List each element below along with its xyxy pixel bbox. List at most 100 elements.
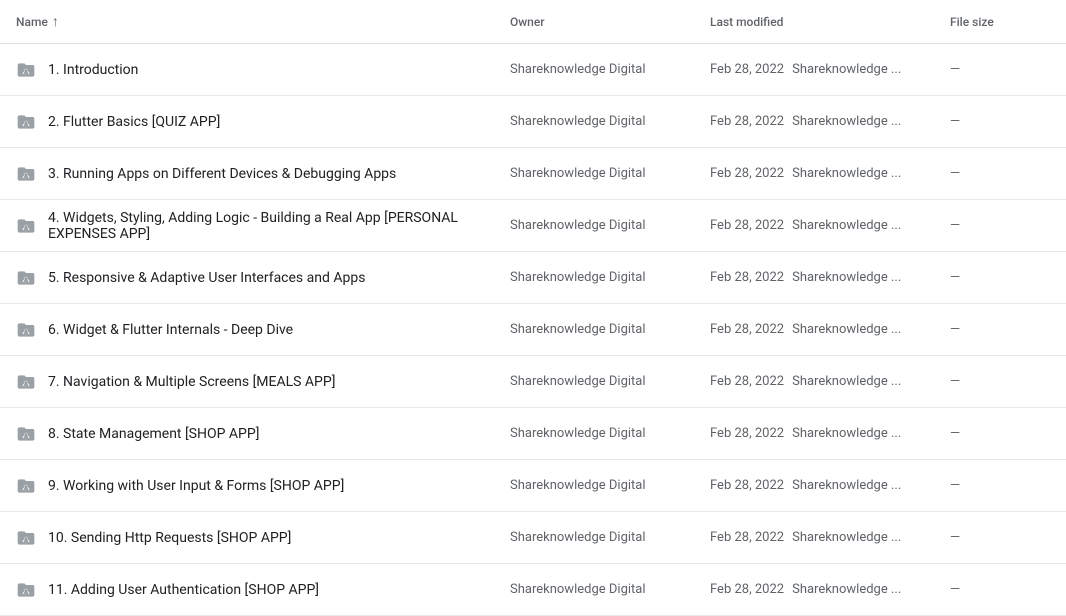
row-name-cell: 11. Adding User Authentication [SHOP APP… [16, 580, 510, 600]
row-size-cell: — [950, 530, 1050, 545]
column-header-owner[interactable]: Owner [510, 15, 710, 29]
modified-user: Shareknowledge ... [792, 478, 901, 493]
row-owner-cell: Shareknowledge Digital [510, 62, 710, 77]
row-modified-cell: Feb 28, 2022 Shareknowledge ... [710, 322, 950, 337]
file-name: 3. Running Apps on Different Devices & D… [48, 166, 396, 182]
modified-date: Feb 28, 2022 [710, 478, 784, 493]
folder-shared-icon [16, 476, 36, 496]
modified-user: Shareknowledge ... [792, 426, 901, 441]
row-owner-cell: Shareknowledge Digital [510, 270, 710, 285]
table-row[interactable]: 6. Widget & Flutter Internals - Deep Div… [0, 304, 1066, 356]
column-header-name[interactable]: Name ↑ [16, 13, 510, 30]
modified-date: Feb 28, 2022 [710, 114, 784, 129]
row-name-cell: 2. Flutter Basics [QUIZ APP] [16, 112, 510, 132]
row-owner-cell: Shareknowledge Digital [510, 426, 710, 441]
row-owner-cell: Shareknowledge Digital [510, 322, 710, 337]
folder-shared-icon [16, 216, 36, 236]
row-modified-cell: Feb 28, 2022 Shareknowledge ... [710, 270, 950, 285]
modified-user: Shareknowledge ... [792, 218, 901, 233]
row-modified-cell: Feb 28, 2022 Shareknowledge ... [710, 62, 950, 77]
row-modified-cell: Feb 28, 2022 Shareknowledge ... [710, 478, 950, 493]
modified-date: Feb 28, 2022 [710, 166, 784, 181]
folder-shared-icon [16, 164, 36, 184]
row-modified-cell: Feb 28, 2022 Shareknowledge ... [710, 426, 950, 441]
row-modified-cell: Feb 28, 2022 Shareknowledge ... [710, 114, 950, 129]
row-owner-cell: Shareknowledge Digital [510, 374, 710, 389]
folder-shared-icon [16, 424, 36, 444]
modified-date: Feb 28, 2022 [710, 426, 784, 441]
row-name-cell: 1. Introduction [16, 60, 510, 80]
modified-user: Shareknowledge ... [792, 270, 901, 285]
folder-shared-icon [16, 60, 36, 80]
row-size-cell: — [950, 270, 1050, 285]
folder-shared-icon [16, 112, 36, 132]
table-row[interactable]: 1. Introduction Shareknowledge Digital F… [0, 44, 1066, 96]
modified-date: Feb 28, 2022 [710, 218, 784, 233]
table-row[interactable]: 5. Responsive & Adaptive User Interfaces… [0, 252, 1066, 304]
modified-date: Feb 28, 2022 [710, 374, 784, 389]
modified-user: Shareknowledge ... [792, 322, 901, 337]
row-name-cell: 4. Widgets, Styling, Adding Logic - Buil… [16, 210, 510, 242]
folder-shared-icon [16, 528, 36, 548]
row-owner-cell: Shareknowledge Digital [510, 582, 710, 597]
row-modified-cell: Feb 28, 2022 Shareknowledge ... [710, 218, 950, 233]
name-label: Name [16, 15, 48, 29]
row-name-cell: 5. Responsive & Adaptive User Interfaces… [16, 268, 510, 288]
file-table: Name ↑ Owner Last modified File size 1. … [0, 0, 1066, 616]
table-row[interactable]: 4. Widgets, Styling, Adding Logic - Buil… [0, 200, 1066, 252]
table-row[interactable]: 7. Navigation & Multiple Screens [MEALS … [0, 356, 1066, 408]
row-name-cell: 6. Widget & Flutter Internals - Deep Div… [16, 320, 510, 340]
table-row[interactable]: 10. Sending Http Requests [SHOP APP] Sha… [0, 512, 1066, 564]
table-header: Name ↑ Owner Last modified File size [0, 0, 1066, 44]
row-name-cell: 9. Working with User Input & Forms [SHOP… [16, 476, 510, 496]
modified-user: Shareknowledge ... [792, 166, 901, 181]
table-row[interactable]: 3. Running Apps on Different Devices & D… [0, 148, 1066, 200]
column-header-modified[interactable]: Last modified [710, 15, 950, 29]
file-name: 5. Responsive & Adaptive User Interfaces… [48, 270, 365, 286]
folder-shared-icon [16, 372, 36, 392]
modified-date: Feb 28, 2022 [710, 530, 784, 545]
table-row[interactable]: 2. Flutter Basics [QUIZ APP] Shareknowle… [0, 96, 1066, 148]
row-owner-cell: Shareknowledge Digital [510, 166, 710, 181]
row-size-cell: — [950, 374, 1050, 389]
sort-ascending-icon: ↑ [52, 13, 59, 30]
row-modified-cell: Feb 28, 2022 Shareknowledge ... [710, 374, 950, 389]
file-name: 1. Introduction [48, 62, 138, 78]
row-size-cell: — [950, 218, 1050, 233]
row-modified-cell: Feb 28, 2022 Shareknowledge ... [710, 582, 950, 597]
row-name-cell: 3. Running Apps on Different Devices & D… [16, 164, 510, 184]
modified-user: Shareknowledge ... [792, 530, 901, 545]
file-name: 4. Widgets, Styling, Adding Logic - Buil… [48, 210, 510, 242]
row-size-cell: — [950, 478, 1050, 493]
row-owner-cell: Shareknowledge Digital [510, 530, 710, 545]
table-row[interactable]: 8. State Management [SHOP APP] Shareknow… [0, 408, 1066, 460]
folder-shared-icon [16, 268, 36, 288]
modified-date: Feb 28, 2022 [710, 270, 784, 285]
modified-user: Shareknowledge ... [792, 582, 901, 597]
folder-shared-icon [16, 320, 36, 340]
modified-date: Feb 28, 2022 [710, 582, 784, 597]
row-owner-cell: Shareknowledge Digital [510, 218, 710, 233]
file-name: 10. Sending Http Requests [SHOP APP] [48, 530, 291, 546]
row-size-cell: — [950, 322, 1050, 337]
file-name: 6. Widget & Flutter Internals - Deep Div… [48, 322, 293, 338]
row-size-cell: — [950, 426, 1050, 441]
table-row[interactable]: 11. Adding User Authentication [SHOP APP… [0, 564, 1066, 616]
file-name: 2. Flutter Basics [QUIZ APP] [48, 114, 220, 130]
table-row[interactable]: 9. Working with User Input & Forms [SHOP… [0, 460, 1066, 512]
row-name-cell: 7. Navigation & Multiple Screens [MEALS … [16, 372, 510, 392]
row-size-cell: — [950, 62, 1050, 77]
modified-user: Shareknowledge ... [792, 62, 901, 77]
column-header-size[interactable]: File size [950, 15, 1050, 29]
row-size-cell: — [950, 582, 1050, 597]
row-size-cell: — [950, 166, 1050, 181]
row-modified-cell: Feb 28, 2022 Shareknowledge ... [710, 166, 950, 181]
row-owner-cell: Shareknowledge Digital [510, 114, 710, 129]
file-name: 11. Adding User Authentication [SHOP APP… [48, 582, 319, 598]
modified-user: Shareknowledge ... [792, 114, 901, 129]
file-name: 7. Navigation & Multiple Screens [MEALS … [48, 374, 335, 390]
file-name: 8. State Management [SHOP APP] [48, 426, 259, 442]
folder-shared-icon [16, 580, 36, 600]
row-owner-cell: Shareknowledge Digital [510, 478, 710, 493]
modified-user: Shareknowledge ... [792, 374, 901, 389]
